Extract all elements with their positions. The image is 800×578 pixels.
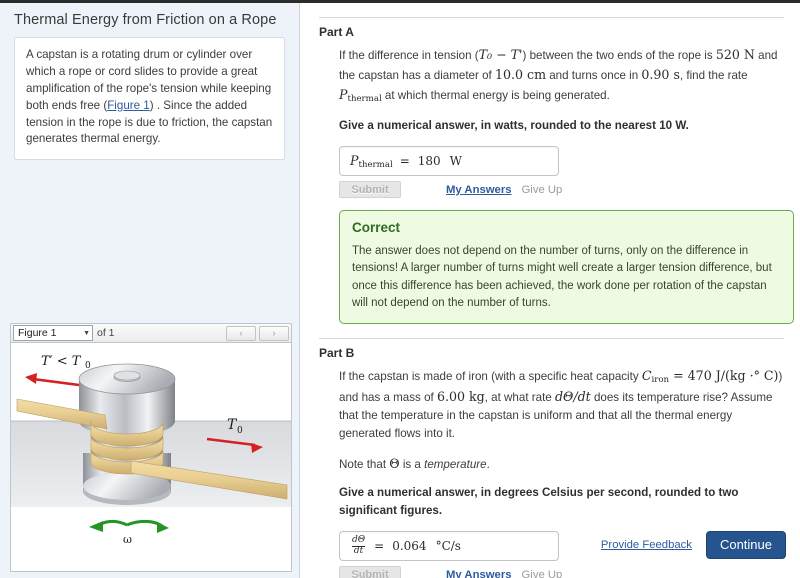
qa-text-5: , find the rate [680,69,748,82]
part-b-action-row: Submit My Answers Give Up [339,566,786,578]
figure-select-dropdown[interactable]: Figure 1 ▼ [13,325,93,341]
part-b-answer-field[interactable]: dΘ dt = 0.064 °C/s [339,531,559,561]
figure-viewer: Figure 1 ▼ of 1 ‹ › [10,323,292,573]
qa-text-2: ) between the two ends of the rope is [523,49,716,62]
figure-prev-button[interactable]: ‹ [226,326,256,341]
part-a-feedback-text: The answer does not depend on the number… [352,243,781,312]
qa-text-6: at which thermal energy is being generat… [382,89,610,102]
part-b-heading: Part B [319,346,786,360]
part-b-fraction-numerator: dΘ [350,536,367,545]
figure-toolbar: Figure 1 ▼ of 1 ‹ › [10,323,292,343]
part-b-submit-button[interactable]: Submit [339,566,401,578]
qa-tension-symbol: T₀ − T' [479,47,523,62]
left-tension-arrow [25,373,79,385]
part-a-answer-field[interactable]: Pthermal = 180 W [339,146,559,176]
qb-text-3: , at what rate [485,391,555,404]
part-a-action-row: Submit My Answers Give Up [339,181,786,198]
qb-text-1: If the capstan is made of iron (with a s… [339,370,642,383]
qb-note-text-1: Note that [339,458,389,471]
chevron-down-icon: ▼ [83,330,90,337]
part-a-my-answers-link[interactable]: My Answers [446,184,512,196]
part-a-instruction: Give a numerical answer, in watts, round… [339,117,786,135]
qa-text-4: and turns once in [546,69,641,82]
problem-sidebar: Thermal Energy from Friction on a Rope A… [0,3,300,578]
qb-heat-capacity-symbol: C [642,368,652,383]
part-a-answer-symbol: Pthermal [350,153,393,170]
part-b-fraction-denominator: dt [352,546,365,556]
part-b-give-up-button[interactable]: Give Up [522,569,563,578]
qb-note-emphasis: temperature [424,458,487,471]
part-b-divider [319,338,784,339]
part-a-question-text: If the difference in tension (T₀ − T') b… [339,45,786,106]
part-a-correct-feedback: Correct The answer does not depend on th… [339,210,794,324]
problem-intro-box: A capstan is a rotating drum or cylinder… [14,37,285,160]
svg-text:0: 0 [237,426,243,436]
capstan-diagram: T′ < T 0 T 0 ω [11,343,291,570]
qa-diameter-value: 10.0 cm [495,67,546,82]
page-title: Thermal Energy from Friction on a Rope [0,3,299,37]
part-b-note: Note that Θ is a temperature. [339,454,786,474]
part-b-equals-sign: = [374,539,384,553]
part-b-answer-symbol: dΘ dt [350,536,367,556]
part-b-answer-value: 0.064 [392,539,426,553]
figure-count-label: of 1 [97,327,223,339]
omega-label: ω [123,533,132,546]
omega-arrow [89,521,169,533]
figure-select-value: Figure 1 [18,327,57,339]
figure-1-link[interactable]: Figure 1 [107,99,150,112]
part-a-equals-sign: = [400,154,410,168]
page-root: Thermal Energy from Friction on a Rope A… [0,0,800,578]
part-b-answer-unit: °C/s [436,539,461,553]
part-a-submit-button[interactable]: Submit [339,181,401,198]
svg-text:0: 0 [85,361,91,371]
qa-power-subscript: thermal [347,94,381,104]
part-a-body: If the difference in tension (T₀ − T') b… [339,45,786,324]
figure-canvas[interactable]: T′ < T 0 T 0 ω [10,343,292,572]
part-b-instruction: Give a numerical answer, in degrees Cels… [339,484,786,520]
qb-heat-capacity-subscript: iron [652,375,670,385]
qa-time-value: 0.90 s [641,67,680,82]
qa-force-value: 520 N [716,47,755,62]
qb-heat-capacity-value: = 470 J/(kg ·° C) [669,368,778,383]
qb-rate-symbol: dΘ/dt [555,389,591,404]
part-a-heading: Part A [319,25,786,39]
continue-button[interactable]: Continue [706,531,786,559]
qb-note-text-3: . [487,458,490,471]
question-content-panel: Part A If the difference in tension (T₀ … [301,3,800,578]
qb-mass-value: 6.00 kg [437,389,485,404]
qb-note-text-2: is a [400,458,424,471]
part-b-my-answers-link[interactable]: My Answers [446,569,512,578]
part-a-answer-unit: W [450,154,462,168]
left-tension-label: T′ < T [41,354,82,369]
figure-next-button[interactable]: › [259,326,289,341]
footer-actions: Provide Feedback Continue [601,531,786,559]
provide-feedback-link[interactable]: Provide Feedback [601,539,692,551]
part-a-feedback-title: Correct [352,220,781,235]
part-a-divider [319,17,784,18]
part-a-answer-value: 180 [418,154,441,168]
qb-theta-symbol: Θ [389,456,399,471]
part-b-question-text: If the capstan is made of iron (with a s… [339,366,786,443]
part-a-give-up-button[interactable]: Give Up [522,184,563,196]
qa-text-1: If the difference in tension ( [339,49,479,62]
